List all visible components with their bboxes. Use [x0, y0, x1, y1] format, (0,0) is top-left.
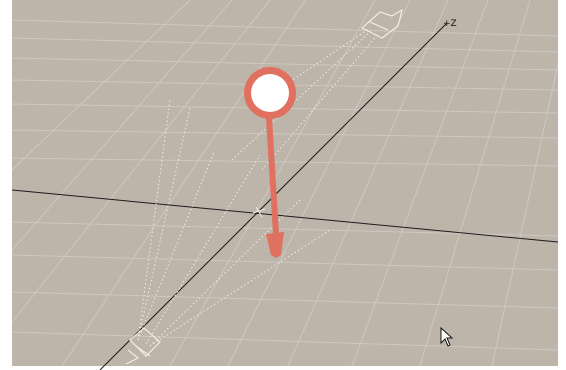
- ground-plane[interactable]: [12, 0, 558, 366]
- 3d-viewport[interactable]: +Z: [0, 0, 566, 370]
- z-axis-label: +Z: [443, 19, 457, 29]
- spotlight-source-center: [251, 74, 289, 112]
